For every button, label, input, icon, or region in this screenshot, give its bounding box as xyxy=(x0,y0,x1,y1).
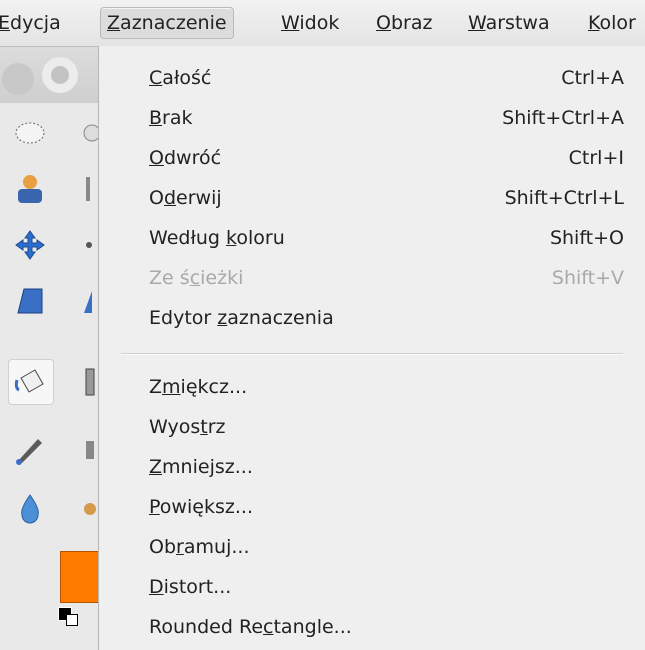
menubar-label: Edycja xyxy=(0,12,61,34)
menubar-label: Widok xyxy=(281,12,340,34)
blur-drop-icon xyxy=(21,494,39,524)
menu-item-ze-sciezki: Ze ścieżki Shift+V xyxy=(99,258,645,298)
foreground-select-tool[interactable] xyxy=(8,167,52,211)
menubar-label: Kolor xyxy=(588,12,636,34)
menubar: Edycja Zaznaczenie Widok Obraz Warstwa K… xyxy=(0,0,645,47)
menu-item-label: Wyostrz xyxy=(149,416,226,438)
logo-icon xyxy=(2,57,78,95)
menu-item-odwroc[interactable]: Odwróć Ctrl+I xyxy=(99,138,645,178)
menu-item-label: Odwróć xyxy=(149,147,222,169)
scissors-icon xyxy=(86,177,90,201)
menu-item-zmniejsz[interactable]: Zmniejsz... xyxy=(99,447,645,487)
shear-icon xyxy=(84,291,92,313)
menu-item-edytor-zaznaczenia[interactable]: Edytor zaznaczenia xyxy=(99,298,645,338)
tool-partial[interactable] xyxy=(80,487,98,531)
menu-item-rounded-rectangle[interactable]: Rounded Rectangle... xyxy=(99,607,645,647)
gradient-icon xyxy=(85,368,95,396)
menu-edycja[interactable]: Edycja xyxy=(0,8,67,38)
menu-item-shortcut: Shift+Ctrl+A xyxy=(502,107,624,129)
bucket-fill-tool[interactable] xyxy=(8,359,54,405)
menubar-label: Warstwa xyxy=(468,12,550,34)
menu-item-oderwij[interactable]: Oderwij Shift+Ctrl+L xyxy=(99,178,645,218)
menu-warstwa[interactable]: Warstwa xyxy=(462,8,556,38)
tool-partial[interactable] xyxy=(80,427,98,471)
blur-tool[interactable] xyxy=(8,487,52,531)
smudge-icon xyxy=(84,503,96,515)
perspective-icon xyxy=(17,288,43,314)
bucket-fill-icon xyxy=(14,369,44,393)
align-icon xyxy=(86,242,92,248)
perspective-tool[interactable] xyxy=(8,279,52,323)
ink-pen-icon xyxy=(16,439,42,465)
ink-tool[interactable] xyxy=(8,427,52,471)
menu-item-brak[interactable]: Brak Shift+Ctrl+A xyxy=(99,98,645,138)
default-colors-icon-white[interactable] xyxy=(66,614,78,626)
menu-item-powieksz[interactable]: Powiększ... xyxy=(99,487,645,527)
menu-item-label: Według koloru xyxy=(149,227,285,249)
selection-menu: Całość Ctrl+A Brak Shift+Ctrl+A Odwróć Ctrl+I… xyxy=(98,46,645,650)
menu-zaznaczenie[interactable]: Zaznaczenie xyxy=(100,7,234,39)
menu-item-wyostrz[interactable]: Wyostrz xyxy=(99,407,645,447)
menu-item-label: Obramuj... xyxy=(149,536,250,558)
menu-kolor[interactable]: Kolor xyxy=(582,8,642,38)
toolbox xyxy=(0,47,101,650)
menu-separator xyxy=(121,353,623,355)
menu-item-shortcut: Shift+Ctrl+L xyxy=(504,187,624,209)
ellipse-select-icon xyxy=(15,122,45,144)
menu-item-calosc[interactable]: Całość Ctrl+A xyxy=(99,58,645,98)
menubar-label: Obraz xyxy=(376,12,433,34)
menu-item-shortcut: Shift+V xyxy=(551,267,624,289)
move-tool[interactable] xyxy=(8,223,52,267)
menu-item-zmiekcz[interactable]: Zmiękcz... xyxy=(99,367,645,407)
tool-partial[interactable] xyxy=(80,359,98,403)
gimp-logo-strip xyxy=(0,47,98,103)
menu-item-label: Edytor zaznaczenia xyxy=(149,307,334,329)
menu-item-shortcut: Shift+O xyxy=(549,227,624,249)
foreground-color-swatch[interactable] xyxy=(60,551,100,603)
tool-partial[interactable] xyxy=(80,223,98,267)
menu-item-label: Zmiękcz... xyxy=(149,376,248,398)
ellipse-select-tool[interactable] xyxy=(8,111,52,155)
menu-item-label: Zmniejsz... xyxy=(149,456,253,478)
menu-item-wedlug-koloru[interactable]: Według koloru Shift+O xyxy=(99,218,645,258)
tool-partial[interactable] xyxy=(80,279,98,323)
tool-partial[interactable] xyxy=(70,111,101,155)
person-select-icon xyxy=(18,175,42,203)
menu-item-shortcut: Ctrl+A xyxy=(561,67,624,89)
menu-item-label: Ze ścieżki xyxy=(149,267,244,289)
menu-item-label: Distort... xyxy=(149,576,232,598)
tool-partial[interactable] xyxy=(80,167,98,211)
menu-item-label: Rounded Rectangle... xyxy=(149,616,352,638)
move-icon xyxy=(15,230,45,260)
menu-obraz[interactable]: Obraz xyxy=(370,8,438,38)
menu-item-label: Całość xyxy=(149,67,212,89)
menubar-label: Zaznaczenie xyxy=(107,12,227,34)
menu-item-label: Brak xyxy=(149,107,193,129)
clone-icon xyxy=(86,441,94,459)
fuzzy-select-icon xyxy=(83,124,101,142)
menu-item-label: Powiększ... xyxy=(149,496,253,518)
menu-item-shortcut: Ctrl+I xyxy=(568,147,624,169)
menu-item-obramuj[interactable]: Obramuj... xyxy=(99,527,645,567)
menu-item-label: Oderwij xyxy=(149,187,222,209)
menu-widok[interactable]: Widok xyxy=(275,8,345,38)
menu-item-distort[interactable]: Distort... xyxy=(99,567,645,607)
